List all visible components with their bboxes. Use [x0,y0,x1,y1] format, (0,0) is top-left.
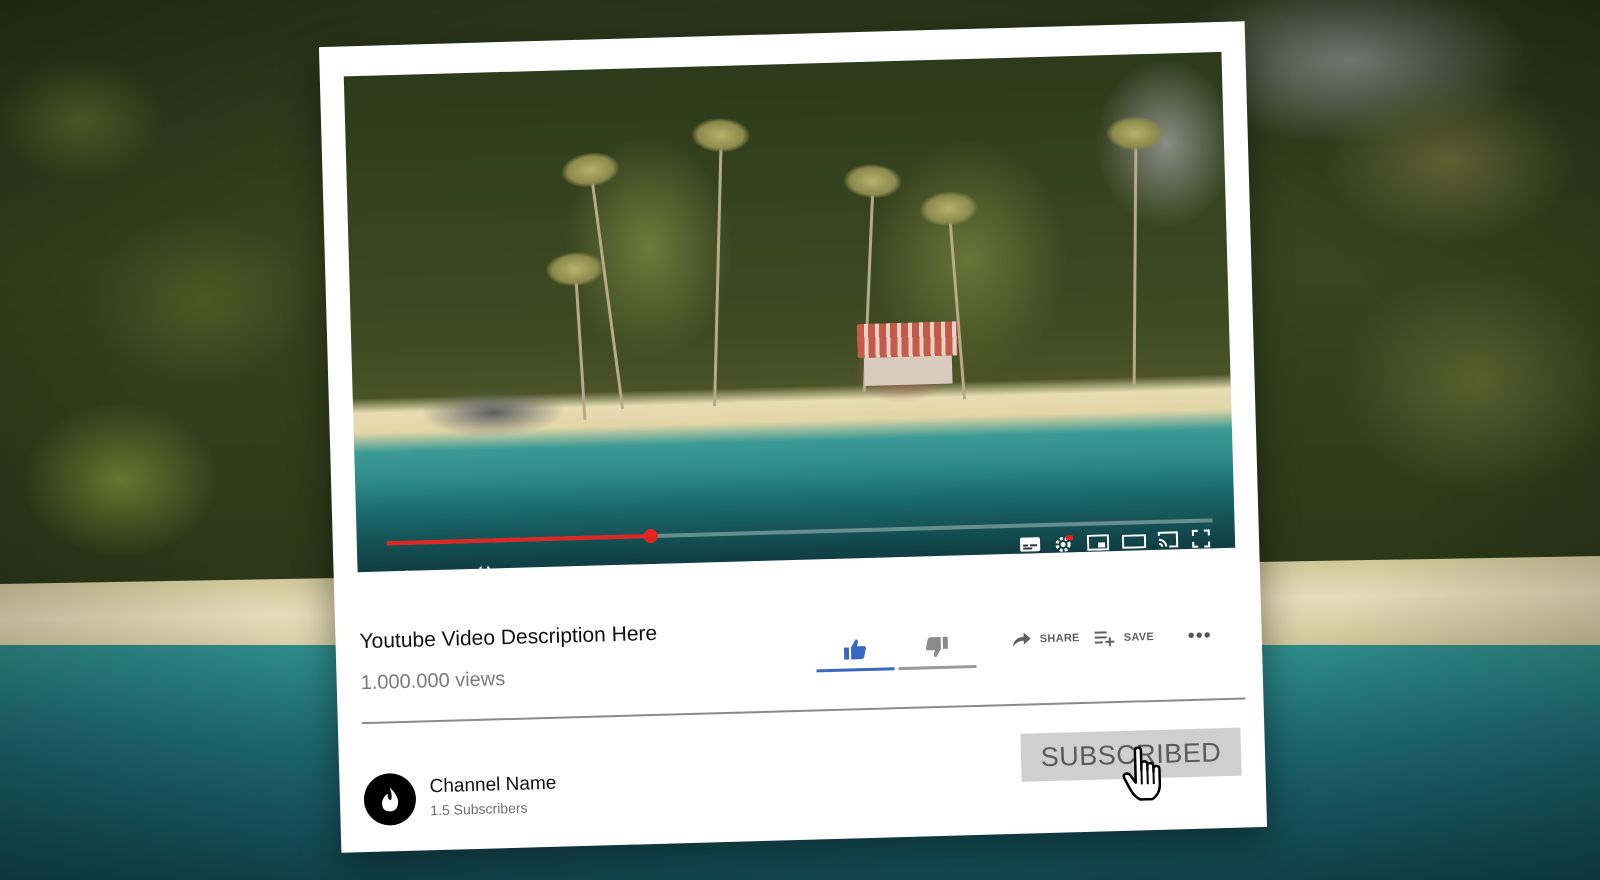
share-icon [1012,632,1031,647]
volume-handle[interactable] [536,566,549,573]
video-card: Youtube Video Description Here 1.000.000… [318,21,1268,853]
controls-shade [355,457,1236,573]
thumbs-down-icon [925,636,948,658]
fullscreen-icon [1191,529,1211,548]
share-button[interactable]: SHARE [1012,630,1080,648]
gear-icon [1055,535,1073,553]
save-label: SAVE [1123,630,1155,644]
dislike-button[interactable] [897,626,977,671]
palm-tree [713,136,723,407]
thumbs-up-icon [843,639,866,660]
playlist-add-icon [1094,631,1115,647]
palm-tree [574,270,587,420]
volume-level [497,571,542,573]
share-label: SHARE [1039,632,1080,646]
cast-icon [1157,531,1179,548]
hut-body [863,355,953,386]
mute-button[interactable] [471,564,493,573]
miniplayer-button[interactable] [1086,533,1110,552]
next-button[interactable] [438,567,456,573]
settings-button[interactable] [1053,533,1076,554]
theater-mode-button[interactable] [1121,532,1147,551]
subscriber-count: 1.5 Subscribers [430,799,528,819]
video-title: Youtube Video Description Here [359,621,658,654]
save-button[interactable]: SAVE [1093,628,1154,648]
theater-icon [1121,534,1147,549]
play-button[interactable] [404,567,422,573]
beach-hut [856,321,959,390]
volume-slider[interactable] [497,566,550,573]
volume-icon [472,565,492,573]
channel-avatar[interactable] [363,772,417,827]
view-count: 1.000.000 views [360,668,506,695]
palm-tree [589,170,625,409]
flame-icon [382,787,399,812]
fullscreen-button[interactable] [1191,528,1212,549]
video-player[interactable] [343,51,1236,573]
cast-button[interactable] [1157,530,1179,549]
hand-cursor-icon [1122,746,1162,801]
palm-tree [1132,134,1138,385]
play-icon [406,569,419,573]
next-icon [439,569,453,573]
like-button[interactable] [815,629,895,673]
section-divider [361,697,1246,725]
miniplayer-icon [1086,534,1110,551]
more-actions-button[interactable]: ••• [1187,624,1212,648]
hut-roof [856,321,958,359]
subtitles-button[interactable] [1019,535,1041,554]
subtitles-icon [1019,537,1041,552]
channel-name[interactable]: Channel Name [429,773,556,799]
